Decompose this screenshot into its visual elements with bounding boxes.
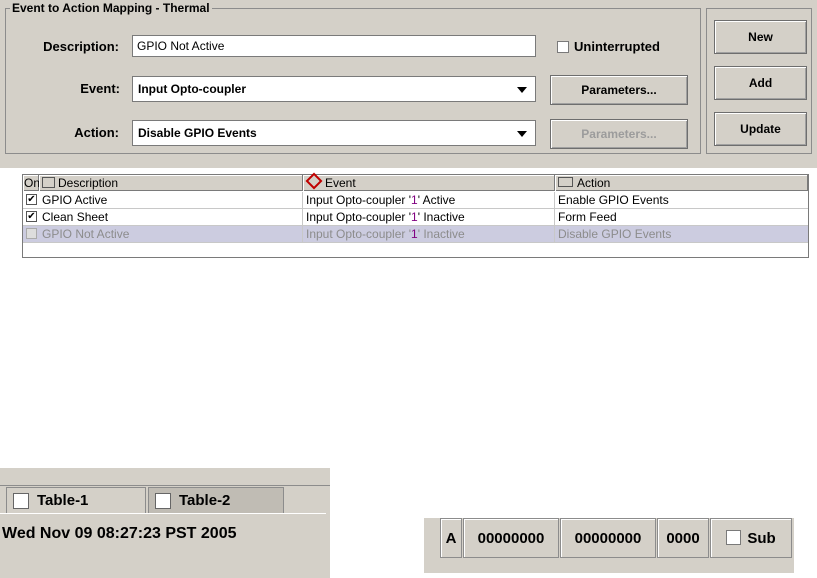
table-icon bbox=[13, 493, 29, 509]
event-select[interactable]: Input Opto-coupler bbox=[132, 76, 536, 102]
group-title: Event to Action Mapping - Thermal bbox=[10, 1, 212, 15]
chevron-down-icon bbox=[517, 131, 527, 137]
mapping-table: On Description Event Action ✔ GPIO Activ… bbox=[22, 172, 809, 258]
action-parameters-button[interactable]: Parameters... bbox=[550, 119, 688, 149]
row-enabled-checkbox[interactable] bbox=[26, 228, 37, 239]
column-header-event[interactable]: Event bbox=[303, 172, 555, 191]
event-select-value: Input Opto-coupler bbox=[138, 82, 246, 96]
column-header-description[interactable]: Description bbox=[39, 175, 303, 191]
tab-table-2[interactable]: Table-2 bbox=[148, 487, 284, 515]
tab-table-2-label: Table-2 bbox=[179, 492, 231, 509]
action-label: Action: bbox=[74, 125, 119, 140]
mapping-panel: Event to Action Mapping - Thermal Descri… bbox=[0, 0, 817, 168]
action-select[interactable]: Disable GPIO Events bbox=[132, 120, 536, 146]
sub-toggle[interactable]: Sub bbox=[710, 518, 792, 558]
status-field-2: 00000000 bbox=[560, 518, 656, 558]
row-event: Input Opto-coupler '1' Inactive bbox=[303, 209, 555, 226]
row-description: GPIO Not Active bbox=[39, 226, 303, 243]
add-button[interactable]: Add bbox=[714, 66, 807, 100]
column-header-on[interactable]: On bbox=[23, 175, 40, 191]
table-row[interactable]: ✔ GPIO Active Input Opto-coupler '1' Act… bbox=[23, 192, 808, 209]
row-description: Clean Sheet bbox=[39, 209, 303, 226]
column-header-event-label: Event bbox=[325, 176, 356, 190]
update-button[interactable]: Update bbox=[714, 112, 807, 146]
event-label: Event: bbox=[80, 81, 120, 96]
row-enabled-checkbox[interactable]: ✔ bbox=[26, 211, 37, 222]
row-action: Enable GPIO Events bbox=[558, 193, 669, 207]
chevron-down-icon bbox=[517, 87, 527, 93]
status-field-1: 00000000 bbox=[463, 518, 559, 558]
row-enabled-checkbox[interactable]: ✔ bbox=[26, 194, 37, 205]
column-header-action-label: Action bbox=[577, 176, 611, 190]
description-label: Description: bbox=[43, 39, 119, 54]
event-column-icon bbox=[305, 172, 323, 190]
row-description: GPIO Active bbox=[39, 192, 303, 209]
tab-divider bbox=[0, 485, 330, 486]
sub-checkbox[interactable] bbox=[726, 530, 742, 545]
uninterrupted-label: Uninterrupted bbox=[574, 39, 660, 54]
status-field-3: 0000 bbox=[657, 518, 709, 558]
uninterrupted-checkbox[interactable] bbox=[557, 41, 569, 53]
event-parameters-button[interactable]: Parameters... bbox=[550, 75, 688, 105]
row-event: Input Opto-coupler '1' Active bbox=[303, 192, 555, 209]
new-button[interactable]: New bbox=[714, 20, 807, 54]
table-header: On Description Event Action bbox=[23, 172, 808, 191]
action-column-icon bbox=[558, 177, 573, 187]
table-row[interactable]: GPIO Not Active Input Opto-coupler '1' I… bbox=[23, 226, 808, 243]
description-input[interactable]: GPIO Not Active bbox=[132, 35, 536, 57]
table-icon bbox=[155, 493, 171, 509]
tab-table-1[interactable]: Table-1 bbox=[6, 487, 146, 515]
datetime-status: Wed Nov 09 08:27:23 PST 2005 bbox=[0, 513, 326, 553]
sub-label: Sub bbox=[747, 530, 776, 547]
description-column-icon bbox=[42, 177, 55, 188]
status-segments: A 00000000 00000000 0000 Sub bbox=[424, 518, 794, 573]
row-action: Form Feed bbox=[558, 210, 617, 224]
column-header-action[interactable]: Action bbox=[555, 175, 808, 191]
table-row[interactable]: ✔ Clean Sheet Input Opto-coupler '1' Ina… bbox=[23, 209, 808, 226]
action-select-value: Disable GPIO Events bbox=[138, 126, 257, 140]
tab-table-1-label: Table-1 bbox=[37, 492, 89, 509]
row-event: Input Opto-coupler '1' Inactive bbox=[303, 226, 555, 243]
column-header-description-label: Description bbox=[58, 176, 119, 190]
row-action: Disable GPIO Events bbox=[558, 227, 672, 241]
status-mode: A bbox=[440, 518, 462, 558]
